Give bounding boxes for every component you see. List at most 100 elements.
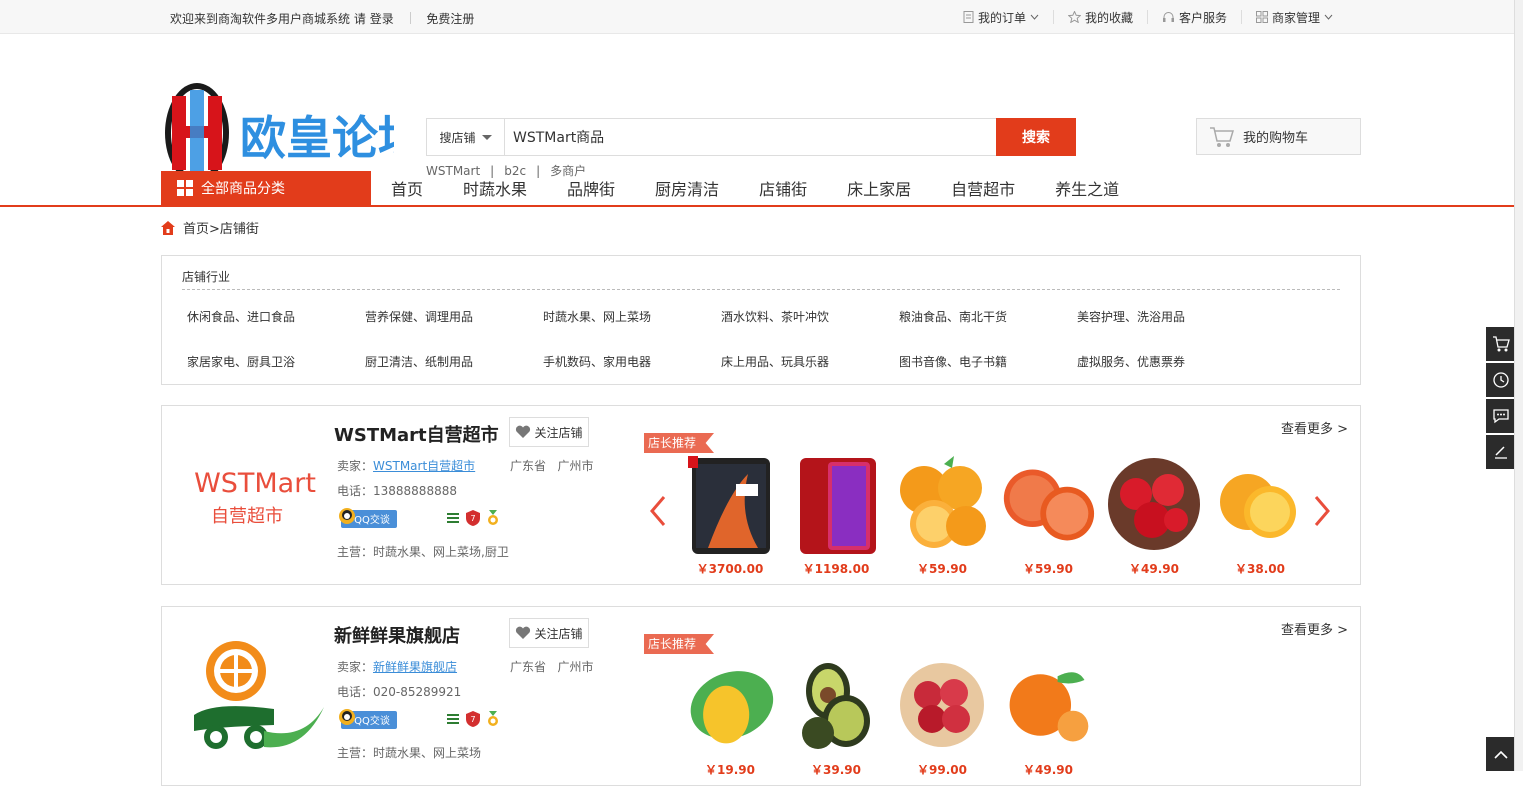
svg-text:7: 7: [470, 514, 475, 523]
chat-icon: [1493, 409, 1509, 424]
product-image: [788, 655, 884, 755]
my-favorites-label: 我的收藏: [1084, 10, 1133, 25]
shop-main-business: 主营：时蔬水果、网上菜场,厨卫: [337, 545, 509, 559]
product-item[interactable]: ￥59.90: [889, 454, 995, 577]
divider: [182, 289, 1340, 290]
my-orders-menu[interactable]: 我的订单: [949, 10, 1053, 25]
back-to-top-button[interactable]: [1486, 737, 1516, 771]
all-categories-label: 全部商品分类: [201, 181, 285, 197]
product-price: ￥38.00: [1235, 562, 1285, 576]
industry-item[interactable]: 虚拟服务、优惠票券: [1077, 353, 1255, 370]
industry-item[interactable]: 粮油食品、南北干货: [899, 308, 1077, 325]
industry-item[interactable]: 美容护理、洗浴用品: [1077, 308, 1255, 325]
nav-item-kitchen[interactable]: 厨房清洁: [635, 176, 739, 200]
follow-shop-button[interactable]: 关注店铺: [509, 417, 589, 447]
product-price: ￥99.00: [917, 763, 967, 777]
shop-logo-text-top: WSTMart: [194, 468, 316, 499]
sidebar-cart-button[interactable]: [1486, 327, 1516, 361]
product-item[interactable]: ￥59.90: [995, 454, 1101, 577]
industry-item[interactable]: 营养保健、调理用品: [365, 308, 543, 325]
carousel-next-arrow-icon[interactable]: [1312, 494, 1332, 528]
product-price: ￥3700.00: [696, 562, 764, 576]
product-item[interactable]: ￥99.00: [889, 655, 995, 778]
heart-icon: [516, 626, 531, 639]
nav-item-health[interactable]: 养生之道: [1035, 176, 1139, 200]
main-nav: 全部商品分类 首页 时蔬水果 品牌街 厨房清洁 店铺街 床上家居 自营超市 养生…: [0, 171, 1514, 207]
product-item[interactable]: ￥1198.00: [783, 454, 889, 577]
product-image: [1000, 655, 1096, 755]
industry-item[interactable]: 休闲食品、进口食品: [187, 308, 365, 325]
nav-item-shops[interactable]: 店铺街: [739, 176, 827, 200]
cart-icon: [1210, 126, 1235, 147]
wstmart-logo-icon: WSTMart 自营超市: [194, 468, 316, 527]
edit-icon: [1495, 446, 1507, 459]
product-item[interactable]: ￥38.00: [1207, 454, 1313, 577]
breadcrumb-current: 店铺街: [219, 222, 259, 237]
seller-link[interactable]: WSTMart自营超市: [373, 459, 475, 473]
nav-item-brands[interactable]: 品牌街: [547, 176, 635, 200]
nav-item-bedding[interactable]: 床上家居: [827, 176, 931, 200]
shop-phone: 电话：020-85289921: [337, 685, 462, 699]
product-item[interactable]: ￥39.90: [783, 655, 889, 778]
seller-link[interactable]: 新鲜鲜果旗舰店: [373, 660, 457, 674]
product-item[interactable]: ￥49.90: [995, 655, 1101, 778]
nav-item-fruits[interactable]: 时蔬水果: [443, 176, 547, 200]
industry-item[interactable]: 酒水饮料、茶叶冲饮: [721, 308, 899, 325]
product-price: ￥19.90: [705, 763, 755, 777]
search-type-select[interactable]: 搜店铺: [427, 119, 505, 155]
all-categories-button[interactable]: 全部商品分类: [161, 171, 371, 205]
product-item[interactable]: ￥49.90: [1101, 454, 1207, 577]
industry-item[interactable]: 床上用品、玩具乐器: [721, 353, 899, 370]
shop-logo[interactable]: WSTMart 自营超市: [180, 434, 330, 554]
customer-service-link[interactable]: 客户服务: [1146, 10, 1241, 25]
industry-item[interactable]: 厨卫清洁、纸制用品: [365, 353, 543, 370]
register-link[interactable]: 免费注册: [426, 12, 474, 26]
product-price: ￥49.90: [1129, 562, 1179, 576]
login-link[interactable]: 登录: [370, 12, 394, 26]
carousel-prev-arrow-icon[interactable]: [648, 494, 668, 528]
search-button[interactable]: 搜索: [996, 118, 1076, 156]
follow-shop-button[interactable]: 关注店铺: [509, 618, 589, 648]
product-item[interactable]: ￥3700.00: [677, 454, 783, 577]
logo-mark-icon: 欧皇论坛: [165, 83, 424, 183]
industry-title: 店铺行业: [182, 270, 231, 284]
product-image: [894, 655, 990, 755]
my-favorites-link[interactable]: 我的收藏: [1052, 10, 1147, 25]
industry-item[interactable]: 时蔬水果、网上菜场: [543, 308, 721, 325]
qq-chat-button[interactable]: QQ交谈: [337, 708, 397, 730]
breadcrumb-home[interactable]: 首页: [183, 222, 209, 237]
merchant-admin-menu[interactable]: 商家管理: [1240, 10, 1347, 25]
view-more-link[interactable]: 查看更多 >: [1281, 418, 1348, 437]
product-price: ￥59.90: [1023, 562, 1073, 576]
cart-label: 我的购物车: [1243, 131, 1309, 146]
product-item[interactable]: ￥19.90: [677, 655, 783, 778]
page-scrollbar[interactable]: [1514, 0, 1523, 771]
star-icon: [1067, 11, 1081, 23]
cart-button[interactable]: 我的购物车: [1196, 118, 1361, 155]
product-image: [1106, 454, 1202, 554]
industry-item[interactable]: 图书音像、电子书籍: [899, 353, 1077, 370]
top-bar: 欢迎来到商淘软件多用户商城系统 请 登录 免费注册 我的订单 我的收藏 客户服务…: [0, 0, 1523, 34]
recommend-tag: 店长推荐: [644, 634, 715, 654]
shop-logo[interactable]: [174, 631, 334, 771]
shop-phone: 电话：13888888888: [337, 484, 457, 498]
qq-chat-button[interactable]: QQ交谈: [337, 507, 397, 529]
search-input[interactable]: [505, 119, 996, 155]
shop-name[interactable]: WSTMart自营超市: [334, 421, 499, 447]
sidebar-history-button[interactable]: [1486, 363, 1516, 397]
sidebar-feedback-button[interactable]: [1486, 435, 1516, 469]
nav-item-supermarket[interactable]: 自营超市: [931, 176, 1035, 200]
seven-day-return-icon: 7: [466, 711, 480, 727]
svg-text:7: 7: [470, 715, 475, 724]
my-orders-label: 我的订单: [977, 10, 1026, 25]
view-more-link[interactable]: 查看更多 >: [1281, 619, 1348, 638]
shop-name[interactable]: 新鲜鲜果旗舰店: [334, 622, 460, 648]
product-price: ￥49.90: [1023, 763, 1073, 777]
product-image: [788, 454, 884, 554]
sidebar-chat-button[interactable]: [1486, 399, 1516, 433]
nav-item-home[interactable]: 首页: [371, 176, 443, 200]
site-logo[interactable]: 欧皇论坛: [164, 82, 424, 184]
industry-item[interactable]: 手机数码、家用电器: [543, 353, 721, 370]
industry-filter: 店铺行业 休闲食品、进口食品 营养保健、调理用品 时蔬水果、网上菜场 酒水饮料、…: [161, 255, 1361, 385]
industry-item[interactable]: 家居家电、厨具卫浴: [187, 353, 365, 370]
